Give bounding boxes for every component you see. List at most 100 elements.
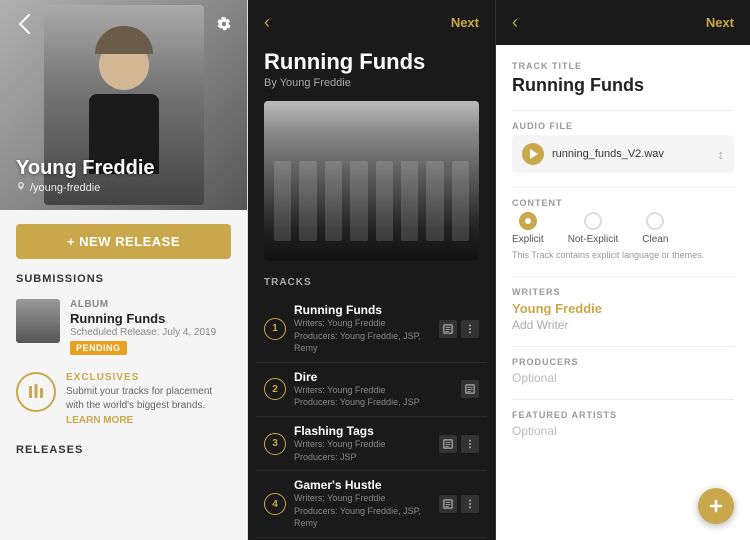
producers-label: PRODUCERS <box>512 357 734 367</box>
panel2-back-button[interactable]: ‹ <box>264 12 270 33</box>
track-item-2[interactable]: 2 Dire Writers: Young Freddie Producers:… <box>256 363 487 417</box>
mixer-visual <box>264 101 479 261</box>
track-more-icon-3[interactable] <box>461 435 479 453</box>
track-info-1: Running Funds Writers: Young Freddie Pro… <box>294 303 431 355</box>
divider-4 <box>512 346 734 347</box>
profile-name-area: Young Freddie /young-freddie <box>16 157 155 194</box>
panel3-header: ‹ Next <box>496 0 750 45</box>
track-edit-icon-1[interactable] <box>439 320 457 338</box>
track-name-4: Gamer's Hustle <box>294 478 431 492</box>
track-info-2: Dire Writers: Young Freddie Producers: Y… <box>294 370 453 409</box>
radio-not-explicit[interactable] <box>584 212 602 230</box>
featured-artists-label: FEATURED ARTISTS <box>512 410 734 420</box>
releases-label: RELEASES <box>0 436 247 456</box>
track-item-3[interactable]: 3 Flashing Tags Writers: Young Freddie P… <box>256 417 487 471</box>
thumb-inner <box>16 299 60 343</box>
panel3-back-button[interactable]: ‹ <box>512 12 518 33</box>
content-option-clean[interactable]: Clean <box>642 212 668 245</box>
divider-1 <box>512 110 734 111</box>
artist-name: Young Freddie <box>16 157 155 180</box>
producers-section: PRODUCERS Optional <box>512 357 734 385</box>
track-actions-4 <box>439 495 479 513</box>
panel3-body: TRACK TITLE Running Funds AUDIO FILE run… <box>496 45 750 480</box>
new-release-button[interactable]: + NEW RELEASE <box>16 224 231 259</box>
back-button[interactable] <box>12 12 36 36</box>
panel2-header: ‹ Next <box>248 0 495 45</box>
submission-thumbnail <box>16 299 60 343</box>
fab-button[interactable] <box>698 488 734 524</box>
album-title: Running Funds <box>264 49 479 75</box>
audio-file-row: running_funds_V2.wav ↕ <box>512 135 734 173</box>
not-explicit-label: Not-Explicit <box>568 234 619 245</box>
panel3-next-button[interactable]: Next <box>706 15 734 30</box>
track-more-icon-4[interactable] <box>461 495 479 513</box>
content-option-explicit[interactable]: Explicit <box>512 212 544 245</box>
radio-explicit[interactable] <box>519 212 537 230</box>
audio-file-label: AUDIO FILE <box>512 121 734 131</box>
explicit-label: Explicit <box>512 234 544 245</box>
divider-5 <box>512 399 734 400</box>
exclusives-section: EXCLUSIVES Submit your tracks for placem… <box>16 372 231 426</box>
content-section: CONTENT Explicit Not-Explicit Clean This… <box>512 198 734 262</box>
exclusives-label: EXCLUSIVES <box>66 372 231 383</box>
writers-label: WRITERS <box>512 287 734 297</box>
avatar-silhouette <box>84 40 164 170</box>
track-info-4: Gamer's Hustle Writers: Young Freddie Pr… <box>294 478 431 530</box>
settings-button[interactable] <box>212 12 236 36</box>
exclusives-text: EXCLUSIVES Submit your tracks for placem… <box>66 372 231 426</box>
track-writers-1: Writers: Young Freddie <box>294 317 431 330</box>
album-by: By Young Freddie <box>264 77 479 89</box>
audio-file-section: AUDIO FILE running_funds_V2.wav ↕ <box>512 121 734 173</box>
submissions-label: SUBMISSIONS <box>0 273 247 293</box>
track-title-section: TRACK TITLE Running Funds <box>512 61 734 96</box>
track-actions-1 <box>439 320 479 338</box>
submission-title: Running Funds <box>70 311 231 326</box>
play-button[interactable] <box>522 143 544 165</box>
panel-profile: Young Freddie /young-freddie + NEW RELEA… <box>0 0 248 540</box>
track-title-label: TRACK TITLE <box>512 61 734 71</box>
fader-6 <box>401 161 418 241</box>
fader-7 <box>426 161 443 241</box>
content-label: CONTENT <box>512 198 734 208</box>
content-note: This Track contains explicit language or… <box>512 249 734 262</box>
track-actions-2 <box>461 380 479 398</box>
track-writers-2: Writers: Young Freddie <box>294 384 453 397</box>
submission-item[interactable]: ALBUM Running Funds Scheduled Release: J… <box>0 293 247 362</box>
track-edit-icon-3[interactable] <box>439 435 457 453</box>
learn-more-link[interactable]: LEARN MORE <box>66 415 231 426</box>
track-edit-icon-2[interactable] <box>461 380 479 398</box>
audio-filename: running_funds_V2.wav <box>552 148 710 160</box>
track-producers-3: Producers: JSP <box>294 451 431 464</box>
panel-track-detail: ‹ Next TRACK TITLE Running Funds AUDIO F… <box>496 0 750 540</box>
track-number-4: 4 <box>264 493 286 515</box>
track-more-icon-1[interactable] <box>461 320 479 338</box>
fader-3 <box>325 161 342 241</box>
add-writer-link[interactable]: Add Writer <box>512 318 734 332</box>
fader-5 <box>376 161 393 241</box>
content-options-row: Explicit Not-Explicit Clean <box>512 212 734 245</box>
submission-badge: PENDING <box>70 341 127 355</box>
mixer-faders <box>274 161 469 241</box>
album-cover <box>264 101 479 261</box>
profile-section: Young Freddie /young-freddie <box>0 0 248 210</box>
featured-artists-section: FEATURED ARTISTS Optional <box>512 410 734 438</box>
featured-optional: Optional <box>512 424 734 438</box>
track-number-1: 1 <box>264 318 286 340</box>
writer-name: Young Freddie <box>512 301 734 316</box>
track-item-4[interactable]: 4 Gamer's Hustle Writers: Young Freddie … <box>256 471 487 538</box>
track-name-2: Dire <box>294 370 453 384</box>
track-info-3: Flashing Tags Writers: Young Freddie Pro… <box>294 424 431 463</box>
sil-head <box>99 40 149 90</box>
content-option-not-explicit[interactable]: Not-Explicit <box>568 212 619 245</box>
exclusives-description: Submit your tracks for placement with th… <box>66 385 231 413</box>
track-number-2: 2 <box>264 378 286 400</box>
clean-label: Clean <box>642 234 668 245</box>
track-name-1: Running Funds <box>294 303 431 317</box>
writers-section: WRITERS Young Freddie Add Writer <box>512 287 734 332</box>
track-item-1[interactable]: 1 Running Funds Writers: Young Freddie P… <box>256 296 487 363</box>
tracks-label: TRACKS <box>248 277 495 296</box>
panel2-next-button[interactable]: Next <box>451 15 479 30</box>
audio-expand-icon[interactable]: ↕ <box>718 147 725 162</box>
track-edit-icon-4[interactable] <box>439 495 457 513</box>
radio-clean[interactable] <box>646 212 664 230</box>
